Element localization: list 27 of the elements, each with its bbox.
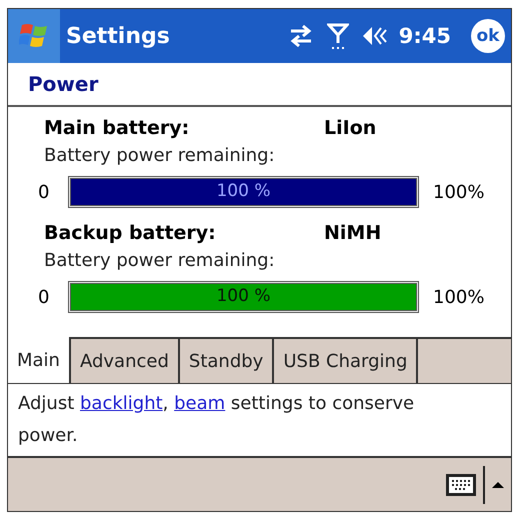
tab[interactable]: Standby — [180, 337, 274, 383]
bar-percent: 100 % — [215, 286, 272, 306]
caret-up-icon[interactable] — [491, 480, 505, 490]
settings-link[interactable]: beam — [174, 393, 226, 414]
tab[interactable]: Main — [8, 337, 71, 383]
scale-min: 0 — [38, 182, 50, 202]
window-title: Settings — [66, 24, 170, 48]
scale-max: 100% — [433, 286, 484, 308]
battery-type: LiIon — [324, 117, 376, 139]
battery-type: NiMH — [324, 222, 382, 244]
start-button[interactable] — [8, 9, 60, 63]
antenna-icon[interactable] — [326, 22, 349, 50]
battery-caption: Battery power remaining: — [44, 145, 276, 166]
settings-link[interactable]: backlight — [80, 393, 163, 414]
tab[interactable]: Advanced — [70, 337, 180, 383]
battery-label: Main battery: — [44, 117, 190, 139]
battery-caption: Battery power remaining: — [44, 250, 276, 271]
page-title: Power — [28, 72, 98, 96]
bar-percent: 100 % — [215, 181, 272, 201]
battery-label: Backup battery: — [44, 222, 217, 244]
scale-max: 100% — [433, 182, 484, 202]
clock[interactable]: 9:45 — [398, 24, 451, 48]
ok-button[interactable]: ok — [471, 19, 505, 53]
scale-min: 0 — [38, 286, 50, 308]
description-text: Adjust backlight, beam settings to conserve power. — [18, 392, 416, 448]
keyboard-icon[interactable] — [445, 472, 477, 496]
tab[interactable]: USB Charging — [274, 337, 418, 383]
